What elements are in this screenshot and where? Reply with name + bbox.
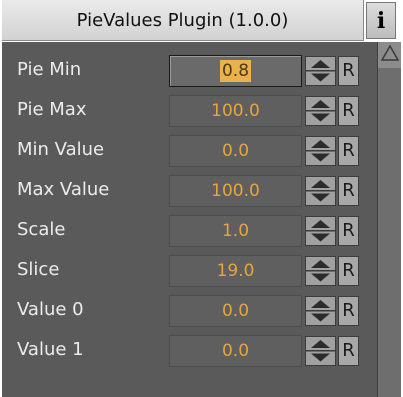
param-row-max-value: Max Value 100.0 R <box>2 170 377 210</box>
plugin-panel: PieValues Plugin (1.0.0) i Pie Min 0.8 R… <box>0 0 403 397</box>
param-label: Pie Max <box>17 99 87 120</box>
param-value-field[interactable]: 19.0 <box>169 255 302 287</box>
up-down-stepper-icon[interactable] <box>305 176 336 206</box>
parameter-list: Pie Min 0.8 R Pie Max 100.0 R Min Value … <box>2 42 377 397</box>
param-value-field[interactable]: 100.0 <box>169 95 302 127</box>
selected-value-text: 0.8 <box>219 60 252 82</box>
up-down-stepper-icon[interactable] <box>305 56 336 86</box>
param-value-field[interactable]: 0.0 <box>169 335 302 367</box>
reset-button[interactable]: R <box>338 176 359 206</box>
param-value-field[interactable]: 0.0 <box>169 135 302 167</box>
up-down-stepper-icon[interactable] <box>305 296 336 326</box>
up-down-stepper-icon[interactable] <box>305 256 336 286</box>
up-down-stepper-icon[interactable] <box>305 136 336 166</box>
param-row-scale: Scale 1.0 R <box>2 210 377 250</box>
up-down-stepper-icon[interactable] <box>305 96 336 126</box>
info-icon: i <box>376 7 386 34</box>
reset-button[interactable]: R <box>338 56 359 86</box>
reset-button[interactable]: R <box>338 216 359 246</box>
param-value-field[interactable]: 1.0 <box>169 215 302 247</box>
param-value-field[interactable]: 0.0 <box>169 295 302 327</box>
reset-button[interactable]: R <box>338 336 359 366</box>
param-label: Min Value <box>17 139 105 160</box>
param-value-field[interactable]: 100.0 <box>169 175 302 207</box>
param-label: Max Value <box>17 179 110 200</box>
param-label: Pie Min <box>17 59 82 80</box>
param-row-min-value: Min Value 0.0 R <box>2 130 377 170</box>
reset-button[interactable]: R <box>338 296 359 326</box>
plugin-title-bar: PieValues Plugin (1.0.0) <box>2 0 364 41</box>
vertical-scrollbar[interactable] <box>377 42 401 397</box>
up-down-stepper-icon[interactable] <box>305 216 336 246</box>
up-down-stepper-icon[interactable] <box>305 336 336 366</box>
plugin-title: PieValues Plugin (1.0.0) <box>76 9 289 31</box>
scroll-up-arrow-icon[interactable] <box>378 42 401 68</box>
info-button[interactable]: i <box>366 2 396 39</box>
param-label: Slice <box>17 259 60 280</box>
reset-button[interactable]: R <box>338 96 359 126</box>
param-label: Scale <box>17 219 66 240</box>
param-row-value-1: Value 1 0.0 R <box>2 330 377 370</box>
param-label: Value 1 <box>17 339 84 360</box>
param-row-pie-min: Pie Min 0.8 R <box>2 50 377 90</box>
param-label: Value 0 <box>17 299 84 320</box>
param-row-slice: Slice 19.0 R <box>2 250 377 290</box>
reset-button[interactable]: R <box>338 256 359 286</box>
param-value-field[interactable]: 0.8 <box>169 55 302 87</box>
param-row-pie-max: Pie Max 100.0 R <box>2 90 377 130</box>
reset-button[interactable]: R <box>338 136 359 166</box>
param-row-value-0: Value 0 0.0 R <box>2 290 377 330</box>
